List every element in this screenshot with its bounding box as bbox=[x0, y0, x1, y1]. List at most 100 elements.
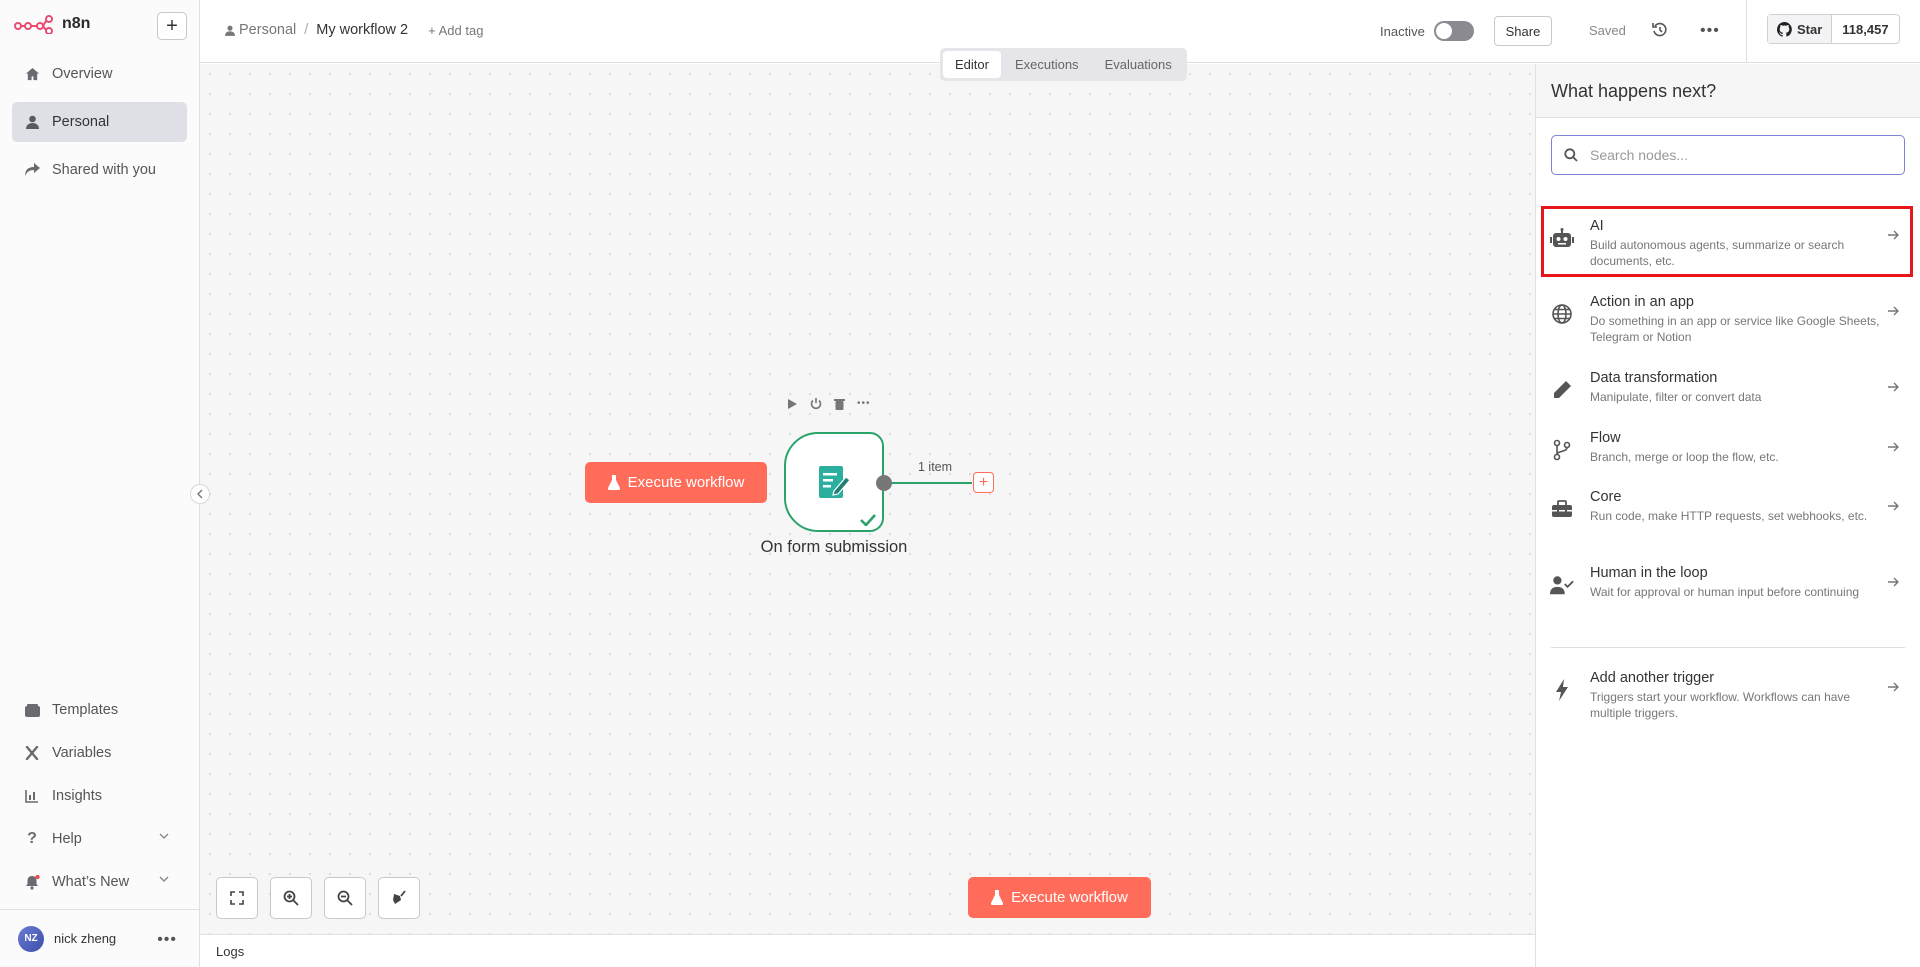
breadcrumb-personal[interactable]: Personal bbox=[225, 22, 296, 38]
execute-workflow-button[interactable]: Execute workflow bbox=[585, 462, 767, 503]
search-input[interactable] bbox=[1590, 147, 1880, 163]
user-icon bbox=[24, 114, 40, 130]
sidebar-item-personal[interactable]: Personal bbox=[12, 102, 187, 142]
logo[interactable]: n8n bbox=[14, 14, 90, 34]
toggle-knob bbox=[1436, 23, 1452, 39]
connection-line bbox=[888, 482, 972, 484]
sidebar-item-label: Personal bbox=[52, 114, 110, 130]
category-flow[interactable]: Flow Branch, merge or loop the flow, etc… bbox=[1536, 430, 1920, 465]
sidebar-item-label: Templates bbox=[52, 702, 119, 718]
tidy-up-button[interactable] bbox=[378, 877, 420, 919]
power-icon[interactable] bbox=[810, 398, 822, 410]
breadcrumb-separator: / bbox=[304, 22, 309, 38]
zoom-out-button[interactable] bbox=[324, 877, 366, 919]
trash-icon[interactable] bbox=[834, 398, 845, 410]
category-description: Branch, merge or loop the flow, etc. bbox=[1590, 450, 1779, 464]
output-handle[interactable] bbox=[876, 475, 892, 491]
sidebar-item-overview[interactable]: Overview bbox=[12, 54, 187, 94]
search-icon bbox=[1564, 148, 1578, 162]
arrow-right-icon bbox=[1888, 306, 1899, 316]
github-star-button[interactable]: Star 118,457 bbox=[1767, 14, 1900, 44]
arrow-right-icon bbox=[1888, 577, 1899, 587]
category-core[interactable]: Core Run code, make HTTP requests, set w… bbox=[1536, 489, 1920, 524]
sidebar: n8n + Overview Personal Shared with you … bbox=[0, 0, 200, 967]
more-icon[interactable]: ••• bbox=[857, 398, 871, 410]
category-description: Wait for approval or human input before … bbox=[1590, 585, 1860, 599]
zoom-in-icon bbox=[283, 890, 299, 906]
more-icon[interactable]: ••• bbox=[157, 931, 177, 949]
workflow-name[interactable]: My workflow 2 bbox=[316, 22, 408, 38]
logs-label: Logs bbox=[216, 944, 245, 959]
sidebar-item-insights[interactable]: Insights bbox=[12, 776, 187, 816]
sidebar-item-shared[interactable]: Shared with you bbox=[12, 150, 187, 190]
plus-icon: + bbox=[978, 473, 989, 491]
zoom-in-button[interactable] bbox=[270, 877, 312, 919]
play-icon[interactable] bbox=[786, 398, 798, 410]
broom-icon bbox=[391, 890, 407, 906]
bolt-icon bbox=[1550, 678, 1574, 702]
node-toolbar: ••• bbox=[786, 398, 871, 410]
category-action-in-app[interactable]: Action in an app Do something in an app … bbox=[1536, 294, 1920, 345]
share-button[interactable]: Share bbox=[1494, 16, 1552, 46]
fit-view-button[interactable] bbox=[216, 877, 258, 919]
breadcrumb: Personal / My workflow 2 + Add tag bbox=[225, 22, 483, 38]
category-ai[interactable]: AI Build autonomous agents, summarize or… bbox=[1536, 218, 1920, 269]
search-field[interactable] bbox=[1551, 135, 1905, 175]
logs-bar[interactable]: Logs bbox=[200, 934, 1535, 967]
user-name: nick zheng bbox=[54, 931, 117, 946]
collapse-sidebar-button[interactable] bbox=[190, 484, 210, 504]
sidebar-item-help[interactable]: ? Help bbox=[12, 819, 187, 859]
category-description: Triggers start your workflow. Workflows … bbox=[1590, 690, 1851, 720]
add-tag-link[interactable]: + Add tag bbox=[428, 23, 483, 38]
create-button[interactable]: + bbox=[157, 12, 187, 40]
execute-workflow-bottom-button[interactable]: Execute workflow bbox=[968, 877, 1151, 918]
category-description: Manipulate, filter or convert data bbox=[1590, 390, 1762, 404]
bell-icon bbox=[24, 874, 40, 890]
tab-executions[interactable]: Executions bbox=[1003, 51, 1091, 78]
user-icon bbox=[225, 25, 235, 36]
tab-editor[interactable]: Editor bbox=[943, 51, 1001, 78]
user-check-icon bbox=[1550, 573, 1574, 597]
github-icon bbox=[1777, 21, 1792, 37]
home-icon bbox=[24, 66, 40, 82]
category-description: Run code, make HTTP requests, set webhoo… bbox=[1590, 509, 1868, 523]
history-icon[interactable] bbox=[1652, 22, 1668, 38]
breadcrumb-label: Personal bbox=[239, 22, 297, 38]
sidebar-item-variables[interactable]: Variables bbox=[12, 733, 187, 773]
sidebar-item-label: Help bbox=[52, 831, 82, 847]
category-title: AI bbox=[1590, 218, 1604, 234]
pen-icon bbox=[1550, 378, 1574, 402]
execute-label: Execute workflow bbox=[1011, 889, 1128, 906]
form-icon bbox=[814, 464, 854, 500]
active-toggle[interactable] bbox=[1434, 21, 1474, 41]
node-creator-panel: What happens next? AI Build autonomous a… bbox=[1535, 64, 1920, 967]
tab-evaluations[interactable]: Evaluations bbox=[1093, 51, 1184, 78]
add-trigger-item[interactable]: Add another trigger Triggers start your … bbox=[1536, 670, 1920, 721]
execute-label: Execute workflow bbox=[627, 474, 745, 491]
category-title: Human in the loop bbox=[1590, 565, 1708, 581]
zoom-out-icon bbox=[337, 890, 353, 906]
globe-icon bbox=[1550, 302, 1574, 326]
form-trigger-node[interactable] bbox=[784, 432, 884, 532]
sidebar-item-whats-new[interactable]: What’s New bbox=[12, 862, 187, 902]
add-node-button[interactable]: + bbox=[973, 472, 994, 493]
star-count: 118,457 bbox=[1842, 21, 1889, 37]
arrow-right-icon bbox=[1888, 442, 1899, 452]
category-title: Data transformation bbox=[1590, 370, 1718, 386]
sidebar-item-templates[interactable]: Templates bbox=[12, 690, 187, 730]
saved-status: Saved bbox=[1589, 23, 1626, 38]
success-check-icon bbox=[860, 514, 876, 526]
fullscreen-icon bbox=[230, 891, 244, 905]
sidebar-item-label: Insights bbox=[52, 788, 102, 804]
connection-item-count: 1 item bbox=[918, 460, 953, 474]
flask-icon bbox=[607, 475, 620, 490]
user-menu[interactable]: NZ nick zheng ••• bbox=[0, 909, 199, 967]
robot-icon bbox=[1550, 226, 1574, 250]
avatar: NZ bbox=[18, 925, 44, 952]
more-icon[interactable]: ••• bbox=[1700, 22, 1720, 40]
category-human-in-the-loop[interactable]: Human in the loop Wait for approval or h… bbox=[1536, 565, 1920, 600]
flask-icon bbox=[991, 890, 1004, 905]
divider bbox=[1746, 0, 1747, 63]
category-data-transformation[interactable]: Data transformation Manipulate, filter o… bbox=[1536, 370, 1920, 405]
category-title: Core bbox=[1590, 489, 1622, 505]
